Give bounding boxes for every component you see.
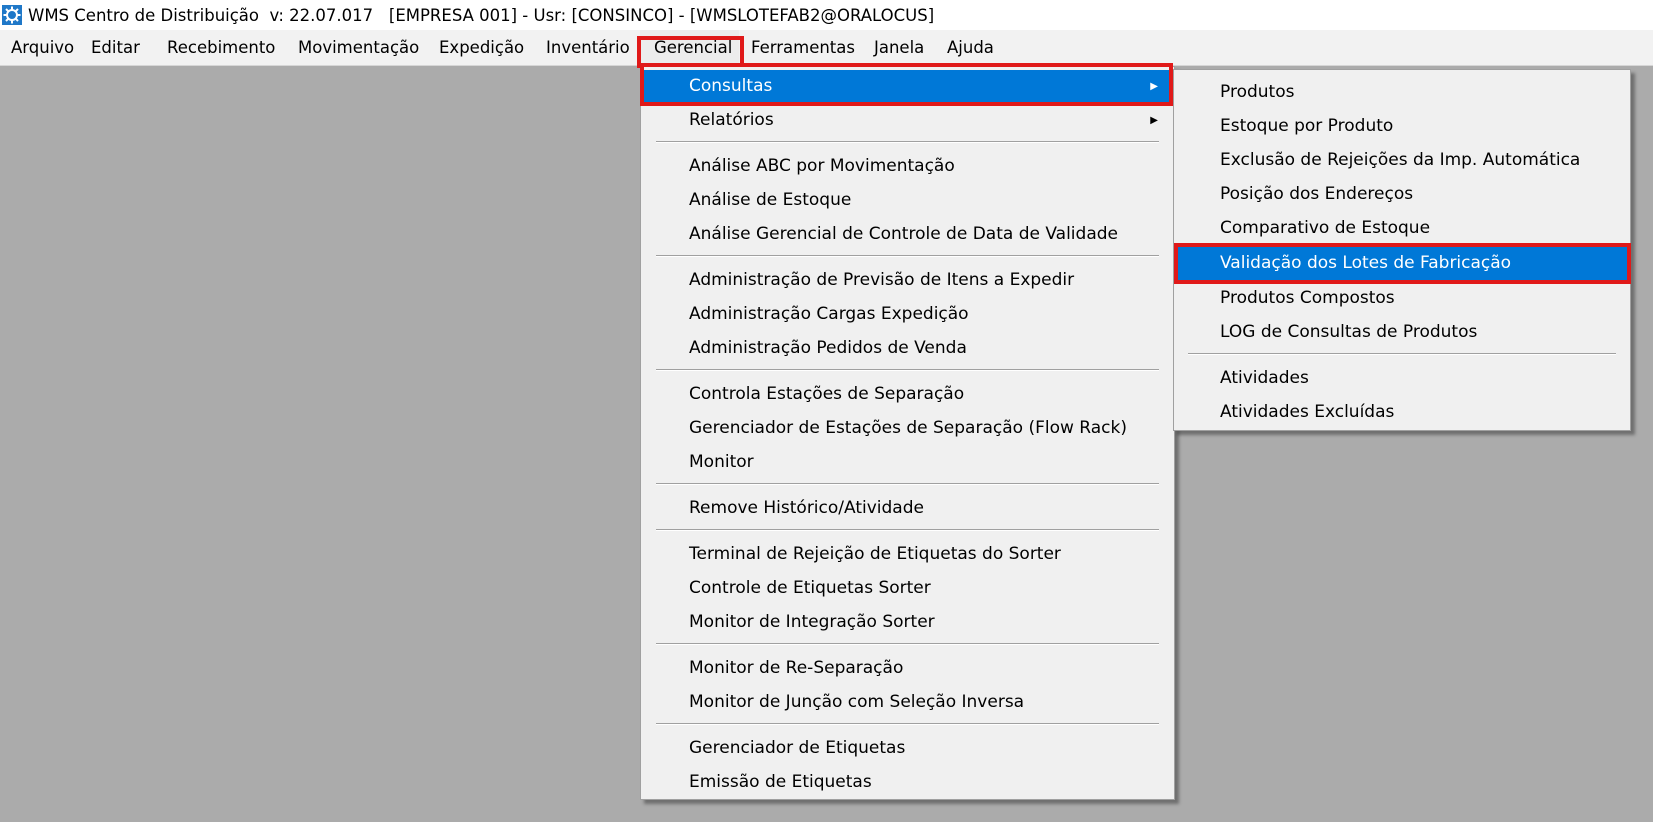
title-bar: WMS Centro de Distribuição v: 22.07.017 … bbox=[0, 0, 1653, 30]
menu-item-terminal-rejeicao[interactable]: Terminal de Rejeição de Etiquetas do Sor… bbox=[643, 538, 1172, 571]
submenu-item-atividades-excluidas[interactable]: Atividades Excluídas bbox=[1176, 396, 1628, 429]
menu-item-adm-pedidos[interactable]: Administração Pedidos de Venda bbox=[643, 332, 1172, 365]
menu-item-analise-validade[interactable]: Análise Gerencial de Controle de Data de… bbox=[643, 218, 1172, 251]
menu-item-consultas[interactable]: Consultas ▶ bbox=[643, 70, 1172, 103]
menu-item-controla-estacoes[interactable]: Controla Estações de Separação bbox=[643, 378, 1172, 411]
menu-item-analise-estoque[interactable]: Análise de Estoque bbox=[643, 184, 1172, 217]
submenu-item-estoque-produto[interactable]: Estoque por Produto bbox=[1176, 110, 1628, 143]
submenu-arrow-icon: ▶ bbox=[1150, 81, 1158, 92]
menu-item-monitor-integracao[interactable]: Monitor de Integração Sorter bbox=[643, 606, 1172, 639]
consultas-submenu: Produtos Estoque por Produto Exclusão de… bbox=[1173, 69, 1631, 431]
menu-item-emissao-etiquetas[interactable]: Emissão de Etiquetas bbox=[643, 766, 1172, 799]
menu-separator bbox=[656, 529, 1159, 531]
menu-item-adm-cargas[interactable]: Administração Cargas Expedição bbox=[643, 298, 1172, 331]
menu-item-monitor[interactable]: Monitor bbox=[643, 446, 1172, 479]
menu-gerencial[interactable]: Gerencial bbox=[640, 30, 739, 66]
gerencial-dropdown-menu: Consultas ▶ Relatórios ▶ Análise ABC por… bbox=[640, 66, 1175, 800]
submenu-item-produtos[interactable]: Produtos bbox=[1176, 76, 1628, 109]
gear-app-icon bbox=[2, 5, 22, 25]
menu-item-monitor-reseparacao[interactable]: Monitor de Re-Separação bbox=[643, 652, 1172, 685]
menu-item-remove-historico[interactable]: Remove Histórico/Atividade bbox=[643, 492, 1172, 525]
submenu-item-exclusao-rejeicoes[interactable]: Exclusão de Rejeições da Imp. Automática bbox=[1176, 144, 1628, 177]
menu-ferramentas[interactable]: Ferramentas bbox=[751, 30, 855, 66]
menu-separator bbox=[656, 483, 1159, 485]
menu-item-relatorios[interactable]: Relatórios ▶ bbox=[643, 104, 1172, 137]
menu-arquivo[interactable]: Arquivo bbox=[11, 30, 74, 66]
menu-item-label: Consultas bbox=[689, 76, 773, 96]
menu-item-monitor-juncao[interactable]: Monitor de Junção com Seleção Inversa bbox=[643, 686, 1172, 719]
menu-item-label: Relatórios bbox=[689, 110, 774, 130]
menu-item-gerenciador-etiquetas[interactable]: Gerenciador de Etiquetas bbox=[643, 732, 1172, 765]
submenu-item-produtos-compostos[interactable]: Produtos Compostos bbox=[1176, 282, 1628, 315]
menu-separator bbox=[656, 255, 1159, 257]
menu-separator bbox=[1188, 353, 1616, 355]
submenu-item-posicao-enderecos[interactable]: Posição dos Endereços bbox=[1176, 178, 1628, 211]
submenu-item-atividades[interactable]: Atividades bbox=[1176, 362, 1628, 395]
menu-item-gerenciador-estacoes[interactable]: Gerenciador de Estações de Separação (Fl… bbox=[643, 412, 1172, 445]
menu-inventario[interactable]: Inventário bbox=[546, 30, 630, 66]
menu-editar[interactable]: Editar bbox=[91, 30, 140, 66]
submenu-item-comparativo-estoque[interactable]: Comparativo de Estoque bbox=[1176, 212, 1628, 245]
menu-item-controle-etiquetas-sorter[interactable]: Controle de Etiquetas Sorter bbox=[643, 572, 1172, 605]
menu-recebimento[interactable]: Recebimento bbox=[167, 30, 275, 66]
menu-separator bbox=[656, 643, 1159, 645]
menu-movimentacao[interactable]: Movimentação bbox=[298, 30, 419, 66]
menu-item-adm-previsao[interactable]: Administração de Previsão de Itens a Exp… bbox=[643, 264, 1172, 297]
menu-separator bbox=[656, 141, 1159, 143]
menu-janela[interactable]: Janela bbox=[874, 30, 924, 66]
menu-separator bbox=[656, 723, 1159, 725]
submenu-arrow-icon: ▶ bbox=[1150, 115, 1158, 126]
window-title: WMS Centro de Distribuição v: 22.07.017 … bbox=[28, 5, 935, 25]
submenu-item-log-consultas[interactable]: LOG de Consultas de Produtos bbox=[1176, 316, 1628, 349]
submenu-item-validacao-lotes[interactable]: Validação dos Lotes de Fabricação bbox=[1176, 247, 1628, 280]
menu-separator bbox=[656, 369, 1159, 371]
menu-expedicao[interactable]: Expedição bbox=[439, 30, 524, 66]
menu-item-analise-abc[interactable]: Análise ABC por Movimentação bbox=[643, 150, 1172, 183]
menu-bar: Arquivo Editar Recebimento Movimentação … bbox=[0, 30, 1653, 66]
menu-ajuda[interactable]: Ajuda bbox=[947, 30, 994, 66]
